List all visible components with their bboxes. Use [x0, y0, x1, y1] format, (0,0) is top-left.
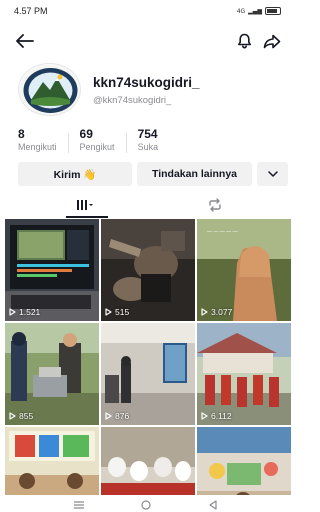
active-tab-indicator — [66, 216, 108, 218]
play-icon — [201, 412, 208, 420]
status-icons: 4G ▂▄▆ — [237, 7, 281, 15]
video-scene-outdoor-group — [5, 323, 99, 425]
video-thumbnail[interactable]: 1.521 — [5, 219, 99, 321]
view-count-text: 855 — [19, 411, 34, 421]
top-nav — [0, 28, 291, 54]
home-icon[interactable] — [141, 499, 152, 510]
avatar[interactable] — [18, 63, 81, 116]
signal-icon: ▂▄▆ — [248, 7, 262, 15]
video-grid: 1.521 515 — — — — — 3.077 855 876 6.112 — [5, 219, 291, 495]
view-count-text: 3.077 — [211, 307, 233, 317]
likes-count: 754 — [137, 127, 158, 141]
video-thumbnail[interactable] — [197, 427, 291, 495]
video-scene-girl-hijab-field: — — — — — — [197, 219, 291, 321]
view-count: 1.521 — [9, 307, 40, 317]
video-scene-classroom-kids — [5, 427, 99, 495]
video-thumbnail[interactable] — [101, 427, 195, 495]
view-count-text: 515 — [115, 307, 130, 317]
video-thumbnail[interactable]: 515 — [101, 219, 195, 321]
profile-stats: 8 Mengikuti 69 Pengikut 754 Suka — [18, 127, 158, 153]
play-icon — [9, 412, 16, 420]
video-scene-indoor-room — [101, 323, 195, 425]
stat-divider — [67, 133, 69, 153]
likes-label: Suka — [137, 142, 159, 152]
play-icon — [9, 308, 16, 316]
view-count: 876 — [105, 411, 129, 421]
profile-username: kkn74sukogidri_ — [93, 75, 200, 90]
followers-count: 69 — [79, 127, 93, 141]
play-icon — [105, 412, 112, 420]
video-scene-students-hijab — [101, 427, 195, 495]
video-thumbnail[interactable]: 855 — [5, 323, 99, 425]
stat-divider — [125, 133, 127, 153]
view-count: 855 — [9, 411, 33, 421]
back-triangle-icon[interactable] — [208, 499, 218, 510]
status-time: 4.57 PM — [14, 6, 48, 16]
view-count: 3.077 — [201, 307, 232, 317]
followers-stat[interactable]: 69 Pengikut — [80, 127, 115, 152]
battery-icon — [265, 7, 281, 15]
tab-videos[interactable] — [60, 192, 110, 218]
view-count: 515 — [105, 307, 129, 317]
video-scene-hands-crafting — [101, 219, 195, 321]
status-bar: 4.57 PM 4G ▂▄▆ — [0, 0, 291, 22]
view-count: 6.112 — [201, 411, 232, 421]
profile-actions: Kirim 👋 Tindakan lainnya — [18, 162, 288, 186]
video-thumbnail[interactable]: 876 — [101, 323, 195, 425]
followers-label: Pengikut — [79, 142, 115, 152]
menu-icon[interactable] — [73, 500, 85, 509]
chevron-down-icon — [267, 171, 278, 177]
video-thumbnail[interactable]: — — — — — 3.077 — [197, 219, 291, 321]
bell-icon — [237, 33, 251, 49]
back-arrow-icon — [16, 34, 34, 48]
suggested-accounts-button[interactable] — [257, 162, 288, 186]
grid-icon — [77, 200, 93, 210]
network-indicator: 4G — [236, 7, 246, 15]
play-icon — [201, 308, 208, 316]
view-count-text: 1.521 — [19, 307, 41, 317]
video-thumbnail[interactable]: 6.112 — [197, 323, 291, 425]
video-thumbnail[interactable] — [5, 427, 99, 495]
following-stat[interactable]: 8 Mengikuti — [18, 127, 57, 152]
repost-icon — [209, 198, 221, 212]
more-actions-button[interactable]: Tindakan lainnya — [137, 162, 252, 186]
share-button[interactable] — [260, 30, 284, 52]
message-button[interactable]: Kirim 👋 — [18, 162, 132, 186]
likes-stat: 754 Suka — [138, 127, 159, 152]
video-scene-students-red — [197, 323, 291, 425]
video-scene-laptop-editing — [5, 219, 99, 321]
notifications-button[interactable] — [232, 30, 256, 52]
play-icon — [105, 308, 112, 316]
system-nav-bar — [0, 497, 291, 512]
logo-badge-icon — [19, 64, 80, 115]
view-count-text: 6.112 — [211, 411, 232, 421]
video-scene-classroom-decoration — [197, 427, 291, 495]
view-count-text: 876 — [115, 411, 130, 421]
profile-handle: @kkn74sukogidri_ — [93, 95, 172, 106]
profile-tabs — [0, 192, 291, 218]
back-button[interactable] — [13, 30, 37, 52]
share-arrow-icon — [263, 34, 281, 48]
following-label: Mengikuti — [18, 142, 57, 152]
svg-text:— — — — —: — — — — — — [207, 229, 238, 235]
following-count: 8 — [18, 127, 25, 141]
tab-reposts[interactable] — [190, 192, 240, 218]
